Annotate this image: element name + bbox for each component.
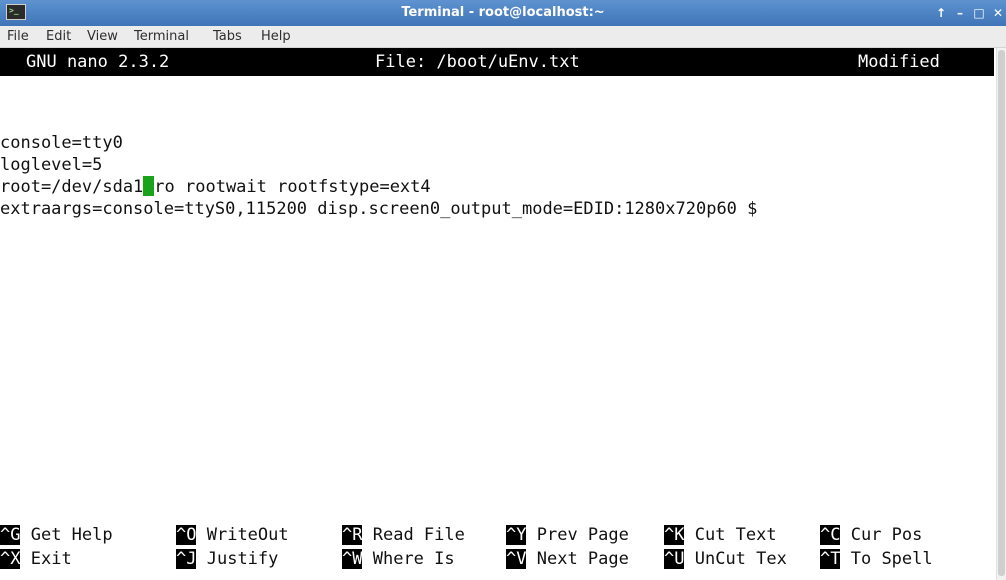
- shortcut-uncut-text[interactable]: ^U UnCut Tex: [664, 548, 787, 570]
- menu-file[interactable]: File: [7, 29, 29, 45]
- shortcut-key: ^X: [0, 549, 21, 569]
- shortcut-key: ^C: [820, 525, 841, 545]
- shortcut-prev-page[interactable]: ^Y Prev Page: [506, 524, 629, 546]
- nano-version: GNU nano 2.3.2: [26, 52, 170, 72]
- shortcut-label: Justify: [206, 549, 279, 569]
- title-bar[interactable]: >_ Terminal - root@localhost:~ ↑ – □ ✕: [0, 0, 1006, 26]
- editor-line-2[interactable]: console=tty0: [0, 132, 123, 154]
- shortcut-label: Read File: [372, 525, 465, 545]
- terminal-area[interactable]: GNU nano 2.3.2 File: /boot/uEnv.txt Modi…: [0, 48, 1006, 580]
- shortcut-key: ^T: [820, 549, 841, 569]
- shortcut-where-is[interactable]: ^W Where Is: [342, 548, 455, 570]
- text-cursor: [143, 176, 155, 196]
- shortcut-key: ^O: [176, 525, 197, 545]
- scrollbar-thumb[interactable]: [998, 50, 1005, 576]
- menu-help[interactable]: Help: [261, 29, 291, 45]
- shortcut-label: UnCut Tex: [694, 549, 787, 569]
- editor-line-4-before-cursor: root=/dev/sda1: [0, 177, 144, 197]
- menu-tabs[interactable]: Tabs: [213, 29, 242, 45]
- shortcut-to-spell[interactable]: ^T To Spell: [820, 548, 933, 570]
- shortcut-label: Prev Page: [536, 525, 629, 545]
- window-controls: ↑ – □ ✕: [930, 3, 1006, 23]
- shortcut-key: ^Y: [506, 525, 527, 545]
- shortcut-label: Cur Pos: [850, 525, 923, 545]
- nano-header-bar: GNU nano 2.3.2 File: /boot/uEnv.txt Modi…: [0, 48, 994, 76]
- shortcut-label: WriteOut: [206, 525, 289, 545]
- menu-terminal[interactable]: Terminal: [134, 29, 189, 45]
- shortcut-label: Cut Text: [694, 525, 777, 545]
- maximize-icon[interactable]: □: [971, 4, 987, 22]
- shortcut-key: ^U: [664, 549, 685, 569]
- shortcut-key: ^K: [664, 525, 685, 545]
- menu-edit[interactable]: Edit: [46, 29, 71, 45]
- shortcut-next-page[interactable]: ^V Next Page: [506, 548, 629, 570]
- shortcut-key: ^J: [176, 549, 197, 569]
- shortcut-cur-pos[interactable]: ^C Cur Pos: [820, 524, 922, 546]
- nano-status: Modified: [858, 52, 940, 72]
- shortcut-read-file[interactable]: ^R Read File: [342, 524, 465, 546]
- editor-line-4[interactable]: root=/dev/sda1 ro rootwait rootfstype=ext…: [0, 176, 431, 198]
- menu-bar: File Edit View Terminal Tabs Help: [0, 26, 1006, 48]
- shortcut-exit[interactable]: ^X Exit: [0, 548, 72, 570]
- shortcut-get-help[interactable]: ^G Get Help: [0, 524, 113, 546]
- shortcut-row-2: ^X Exit ^J Justify ^W Where Is ^V Next P…: [0, 548, 933, 570]
- editor-line-3[interactable]: loglevel=5: [0, 154, 102, 176]
- shortcut-label: Get Help: [30, 525, 113, 545]
- shortcut-label: Where Is: [372, 549, 455, 569]
- shortcut-row-1: ^G Get Help ^O WriteOut ^R Read File ^Y …: [0, 524, 922, 546]
- shortcut-label: To Spell: [850, 549, 933, 569]
- keep-above-icon[interactable]: ↑: [933, 4, 949, 22]
- window-title: Terminal - root@localhost:~: [401, 5, 605, 20]
- shortcut-key: ^V: [506, 549, 527, 569]
- close-icon[interactable]: ✕: [990, 4, 1006, 22]
- shortcut-cut-text[interactable]: ^K Cut Text: [664, 524, 777, 546]
- editor-line-5[interactable]: extraargs=console=ttyS0,115200 disp.scre…: [0, 198, 757, 220]
- shortcut-key: ^W: [342, 549, 363, 569]
- shortcut-writeout[interactable]: ^O WriteOut: [176, 524, 289, 546]
- shortcut-key: ^R: [342, 525, 363, 545]
- nano-file-name: File: /boot/uEnv.txt: [375, 52, 580, 72]
- menu-view[interactable]: View: [87, 29, 118, 45]
- editor-line-4-after-cursor: ro rootwait rootfstype=ext4: [154, 177, 431, 197]
- shortcut-label: Next Page: [536, 549, 629, 569]
- terminal-window: >_ Terminal - root@localhost:~ ↑ – □ ✕ F…: [0, 0, 1006, 580]
- vertical-scrollbar[interactable]: [996, 48, 1006, 580]
- shortcut-justify[interactable]: ^J Justify: [176, 548, 278, 570]
- shortcut-key: ^G: [0, 525, 21, 545]
- minimize-icon[interactable]: –: [952, 4, 968, 22]
- shortcut-label: Exit: [30, 549, 72, 569]
